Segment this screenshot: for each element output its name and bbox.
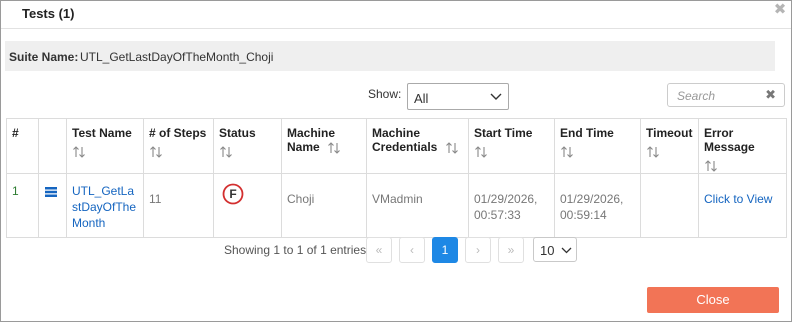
cell-details-icon <box>38 173 67 238</box>
col-header-end-time[interactable]: End Time <box>554 118 641 174</box>
cell-error-message[interactable]: Click to View <box>698 173 787 238</box>
sort-icon[interactable] <box>646 145 660 159</box>
suite-name-bar: Suite Name: UTL_GetLastDayOfTheMonth_Cho… <box>5 41 775 71</box>
test-name-link[interactable]: UTL_GetLa stDayOfThe Month <box>72 184 136 230</box>
search-placeholder: Search <box>677 89 716 103</box>
sort-icon[interactable] <box>474 145 488 159</box>
page-size-value: 10 <box>540 243 555 258</box>
cell-machine-name: Choji <box>281 173 367 238</box>
dialog-title: Tests (1) <box>22 6 75 21</box>
cell-number: 1 <box>6 173 39 238</box>
sort-icon[interactable] <box>560 145 574 159</box>
sort-icon[interactable] <box>72 145 86 159</box>
tests-dialog: Tests (1) ✖ Suite Name: UTL_GetLastDayOf… <box>0 0 792 322</box>
error-message-link[interactable]: Click to View <box>704 192 772 206</box>
col-header-icon <box>38 118 67 174</box>
suite-name-value: UTL_GetLastDayOfTheMonth_Choji <box>80 50 274 64</box>
chevron-down-icon <box>561 247 572 254</box>
table-row: 1 UTL_GetLa stDayOfThe Month 11 F Choji … <box>6 173 787 238</box>
previous-page-button[interactable]: ‹ <box>399 237 425 263</box>
cell-machine-credentials: VMadmin <box>366 173 469 238</box>
sort-icon[interactable] <box>704 159 718 173</box>
cell-status: F <box>213 173 282 238</box>
cell-steps: 11 <box>143 173 214 238</box>
col-header-machine-name[interactable]: Machine Name <box>281 118 367 174</box>
next-page-button[interactable]: › <box>465 237 491 263</box>
show-filter-select[interactable]: All <box>407 83 509 110</box>
page-1-button[interactable]: 1 <box>432 237 458 263</box>
col-header-test-name[interactable]: Test Name <box>66 118 144 174</box>
cell-start-time: 01/29/2026, 00:57:33 <box>468 173 555 238</box>
col-header-machine-credentials[interactable]: Machine Credentials <box>366 118 469 174</box>
clear-search-icon[interactable]: ✖ <box>765 87 776 103</box>
close-icon[interactable]: ✖ <box>773 2 787 17</box>
col-header-error-message[interactable]: Error Message <box>698 118 787 174</box>
status-failed-icon: F <box>222 183 244 205</box>
close-button[interactable]: Close <box>647 287 779 313</box>
cell-end-time: 01/29/2026, 00:59:14 <box>554 173 641 238</box>
col-header-number[interactable]: # <box>6 118 39 174</box>
first-page-button[interactable]: « <box>366 237 392 263</box>
last-page-button[interactable]: » <box>498 237 524 263</box>
tests-table: # Test Name # of Steps Status Machine Na… <box>6 118 787 238</box>
col-header-timeout[interactable]: Timeout <box>640 118 699 174</box>
col-header-status[interactable]: Status <box>213 118 282 174</box>
sort-icon[interactable] <box>219 145 233 159</box>
table-header-row: # Test Name # of Steps Status Machine Na… <box>6 118 787 174</box>
svg-text:F: F <box>229 187 236 201</box>
pagination-info: Showing 1 to 1 of 1 entries <box>224 243 367 257</box>
chevron-down-icon <box>490 93 502 100</box>
cell-timeout <box>640 173 699 238</box>
sort-icon[interactable] <box>149 145 163 159</box>
sort-icon[interactable] <box>327 141 341 155</box>
list-details-icon[interactable] <box>44 185 58 199</box>
col-header-steps[interactable]: # of Steps <box>143 118 214 174</box>
dialog-titlebar: Tests (1) ✖ <box>1 1 791 29</box>
page-size-select[interactable]: 10 <box>533 237 577 262</box>
cell-test-name[interactable]: UTL_GetLa stDayOfThe Month <box>66 173 144 238</box>
show-label: Show: <box>368 87 402 101</box>
show-filter-value: All <box>414 91 429 106</box>
suite-name-label: Suite Name: <box>9 50 79 64</box>
search-input[interactable]: Search ✖ <box>667 83 785 107</box>
sort-icon[interactable] <box>445 141 459 155</box>
col-header-start-time[interactable]: Start Time <box>468 118 555 174</box>
